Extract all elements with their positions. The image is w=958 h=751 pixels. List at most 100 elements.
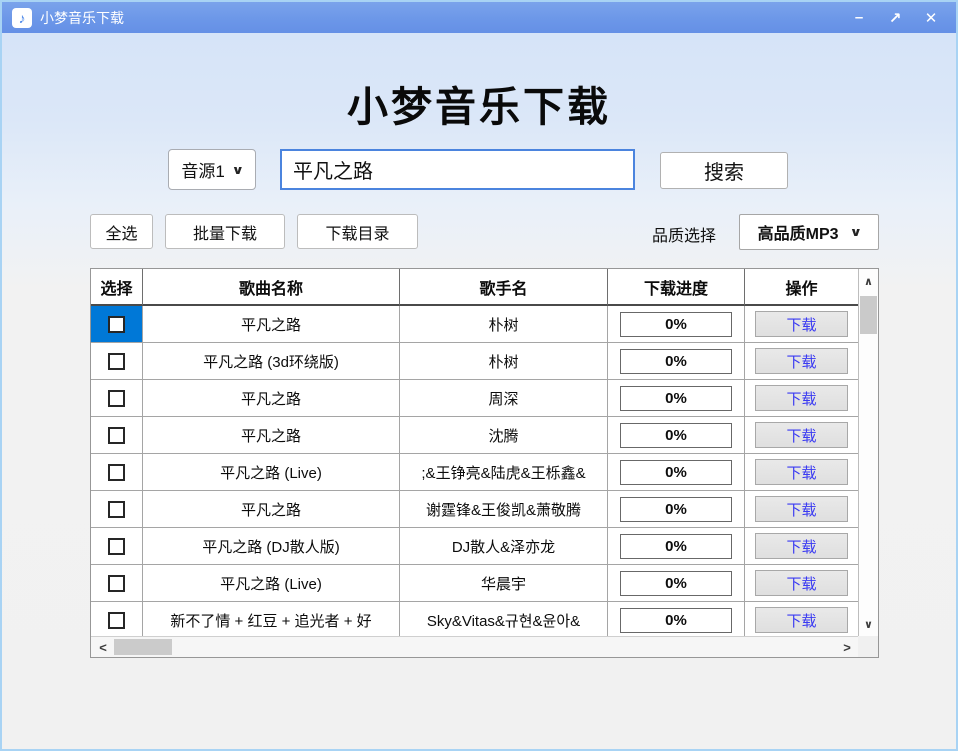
scroll-down-icon[interactable]: ∨ — [859, 615, 878, 633]
row-checkbox[interactable] — [108, 537, 125, 555]
search-button[interactable]: 搜索 — [660, 152, 788, 189]
artist-cell: ;&王铮亮&陆虎&王栎鑫& — [400, 454, 608, 491]
download-button[interactable]: 下载 — [755, 422, 848, 448]
table-row: 平凡之路 (Live) ;&王铮亮&陆虎&王栎鑫& 0% 下载 — [91, 454, 858, 491]
progress-cell: 0% — [608, 602, 745, 636]
app-window: ♪ 小梦音乐下载 – ↗ ✕ 小梦音乐下载 音源1 ∨ 搜索 全选 批量下载 下… — [0, 0, 958, 751]
artist-cell: 华晨宇 — [400, 565, 608, 602]
row-checkbox[interactable] — [108, 352, 125, 370]
row-checkbox[interactable] — [108, 389, 125, 407]
table-body: 平凡之路 朴树 0% 下载 平凡之路 (3d环绕版) 朴树 0% 下载 平凡之路… — [91, 306, 858, 636]
download-button[interactable]: 下载 — [755, 459, 848, 485]
download-button[interactable]: 下载 — [755, 385, 848, 411]
col-header-action: 操作 — [745, 269, 858, 306]
quality-select-value: 高品质MP3 — [757, 226, 839, 243]
row-checkbox[interactable] — [108, 611, 125, 629]
chevron-down-icon: ∨ — [231, 162, 245, 177]
row-checkbox[interactable] — [108, 463, 125, 481]
progress-value: 0% — [620, 570, 732, 596]
search-input[interactable] — [280, 149, 635, 190]
progress-cell: 0% — [608, 454, 745, 491]
chevron-down-icon: ∨ — [849, 225, 862, 239]
table-row: 新不了情 + 红豆 + 追光者 + 好 Sky&Vitas&규현&윤아& 0% … — [91, 602, 858, 636]
download-button[interactable]: 下载 — [755, 311, 848, 337]
quality-select[interactable]: 高品质MP3 ∨ — [739, 214, 879, 250]
song-cell: 平凡之路 — [143, 491, 400, 528]
minimize-icon[interactable]: – — [844, 6, 874, 30]
checkbox-cell — [91, 343, 143, 380]
scroll-right-icon[interactable]: > — [838, 637, 856, 657]
app-music-note-icon: ♪ — [12, 7, 32, 28]
progress-value: 0% — [620, 496, 732, 522]
progress-value: 0% — [620, 348, 732, 374]
artist-cell: 沈腾 — [400, 417, 608, 454]
col-header-progress: 下载进度 — [608, 269, 745, 306]
quality-label: 品质选择 — [652, 228, 717, 245]
progress-value: 0% — [620, 533, 732, 559]
action-cell: 下载 — [745, 417, 858, 454]
row-checkbox[interactable] — [108, 426, 125, 444]
progress-value: 0% — [620, 422, 732, 448]
table-row: 平凡之路 沈腾 0% 下载 — [91, 417, 858, 454]
batch-download-button[interactable]: 批量下载 — [165, 214, 285, 249]
progress-cell: 0% — [608, 306, 745, 343]
action-cell: 下载 — [745, 602, 858, 636]
table-row: 平凡之路 (Live) 华晨宇 0% 下载 — [91, 565, 858, 602]
progress-cell: 0% — [608, 565, 745, 602]
scroll-left-icon[interactable]: < — [94, 637, 112, 657]
download-dir-button[interactable]: 下载目录 — [297, 214, 418, 249]
horizontal-scrollbar[interactable]: < > — [91, 636, 858, 657]
content-area: 小梦音乐下载 音源1 ∨ 搜索 全选 批量下载 下载目录 品质选择 高品质MP3… — [2, 33, 956, 749]
checkbox-cell — [91, 417, 143, 454]
close-icon[interactable]: ✕ — [916, 6, 946, 30]
scroll-up-icon[interactable]: ∧ — [859, 272, 878, 290]
table-header-row: 选择 歌曲名称 歌手名 下载进度 操作 — [91, 269, 858, 306]
artist-cell: Sky&Vitas&규현&윤아& — [400, 602, 608, 636]
table-row: 平凡之路 (DJ散人版) DJ散人&泽亦龙 0% 下载 — [91, 528, 858, 565]
source-select-value: 音源1 — [181, 162, 225, 181]
action-cell: 下载 — [745, 491, 858, 528]
action-cell: 下载 — [745, 454, 858, 491]
row-checkbox[interactable] — [108, 315, 125, 333]
progress-value: 0% — [620, 385, 732, 411]
song-cell: 平凡之路 (Live) — [143, 565, 400, 602]
results-grid: 选择 歌曲名称 歌手名 下载进度 操作 平凡之路 朴树 0% 下载 平凡之路 (… — [91, 269, 858, 636]
song-cell: 平凡之路 (DJ散人版) — [143, 528, 400, 565]
maximize-icon[interactable]: ↗ — [880, 6, 910, 30]
progress-cell: 0% — [608, 417, 745, 454]
download-button[interactable]: 下载 — [755, 496, 848, 522]
action-cell: 下载 — [745, 306, 858, 343]
col-header-select: 选择 — [91, 269, 143, 306]
select-all-button[interactable]: 全选 — [90, 214, 153, 249]
row-checkbox[interactable] — [108, 500, 125, 518]
checkbox-cell — [91, 306, 143, 343]
action-cell: 下载 — [745, 343, 858, 380]
col-header-song: 歌曲名称 — [143, 269, 400, 306]
horizontal-scrollbar-thumb[interactable] — [114, 639, 172, 655]
checkbox-cell — [91, 491, 143, 528]
artist-cell: 谢霆锋&王俊凯&萧敬腾 — [400, 491, 608, 528]
action-cell: 下载 — [745, 528, 858, 565]
vertical-scrollbar-thumb[interactable] — [860, 296, 877, 334]
download-button[interactable]: 下载 — [755, 570, 848, 596]
window-controls: – ↗ ✕ — [844, 6, 946, 30]
progress-cell: 0% — [608, 528, 745, 565]
download-button[interactable]: 下载 — [755, 348, 848, 374]
song-cell: 平凡之路 (Live) — [143, 454, 400, 491]
download-button[interactable]: 下载 — [755, 533, 848, 559]
checkbox-cell — [91, 380, 143, 417]
row-checkbox[interactable] — [108, 574, 125, 592]
source-select[interactable]: 音源1 ∨ — [168, 149, 256, 190]
download-button[interactable]: 下载 — [755, 607, 848, 633]
results-table: 选择 歌曲名称 歌手名 下载进度 操作 平凡之路 朴树 0% 下载 平凡之路 (… — [90, 268, 879, 658]
progress-value: 0% — [620, 311, 732, 337]
artist-cell: 朴树 — [400, 306, 608, 343]
titlebar: ♪ 小梦音乐下载 – ↗ ✕ — [2, 2, 956, 33]
scrollbar-corner — [858, 636, 878, 657]
table-row: 平凡之路 谢霆锋&王俊凯&萧敬腾 0% 下载 — [91, 491, 858, 528]
table-row: 平凡之路 朴树 0% 下载 — [91, 306, 858, 343]
vertical-scrollbar[interactable]: ∧ ∨ — [858, 269, 878, 636]
progress-cell: 0% — [608, 380, 745, 417]
checkbox-cell — [91, 565, 143, 602]
checkbox-cell — [91, 528, 143, 565]
